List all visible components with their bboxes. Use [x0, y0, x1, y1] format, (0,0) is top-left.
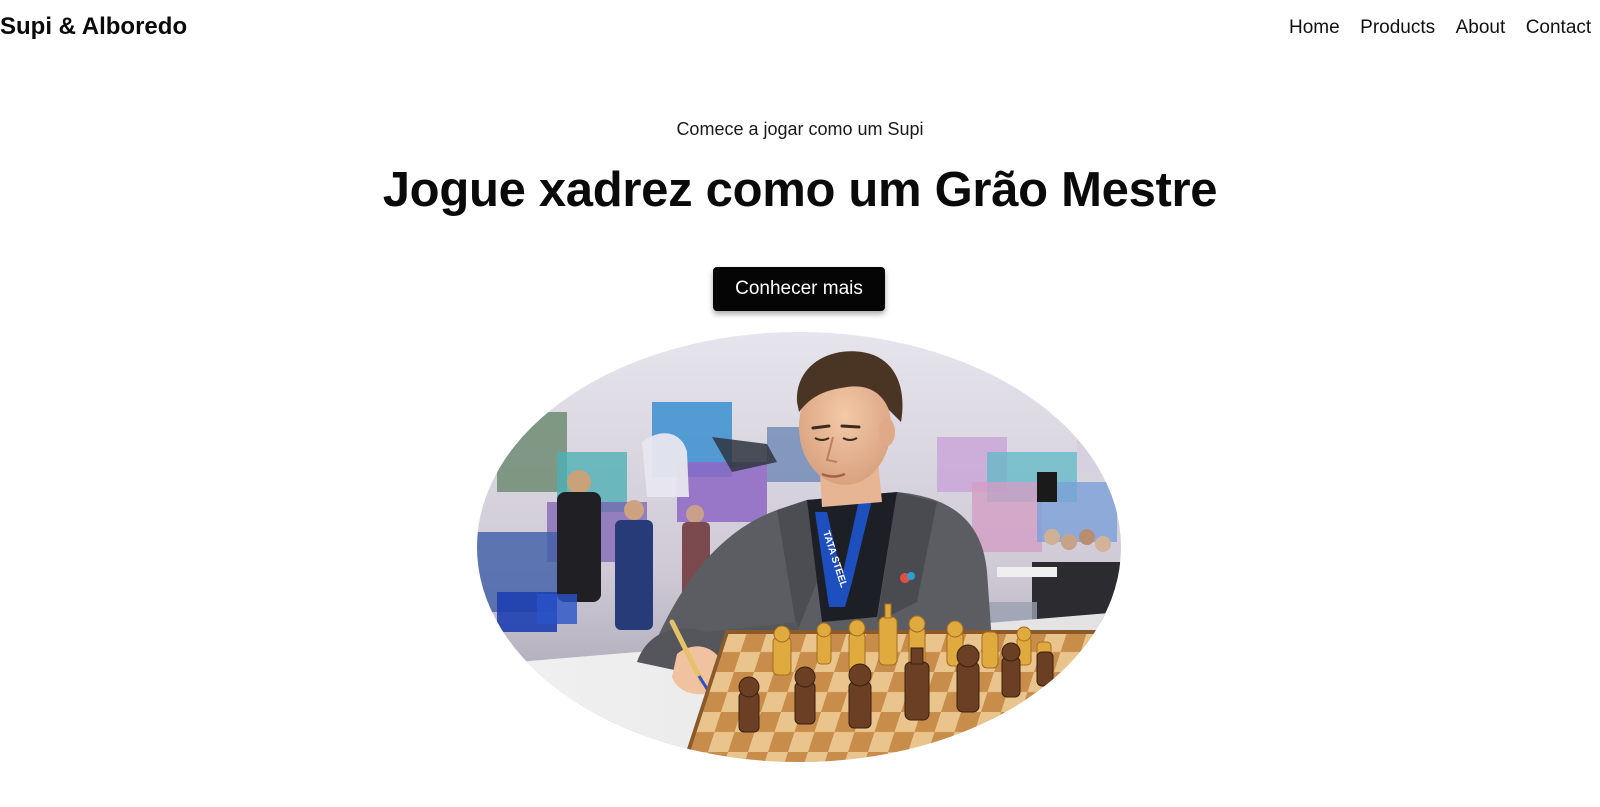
landing-page: Supi & Alboredo Home Products About Cont…	[0, 0, 1600, 807]
learn-more-button[interactable]: Conhecer mais	[713, 267, 885, 311]
hero-title: Jogue xadrez como um Grão Mestre	[382, 163, 1218, 217]
hero-photo: TATA STEEL	[477, 332, 1121, 762]
main-nav: Home Products About Contact	[1289, 17, 1591, 39]
brand-logo[interactable]: Supi & Alboredo	[0, 13, 187, 41]
nav-link-contact[interactable]: Contact	[1526, 17, 1591, 39]
nav-link-products[interactable]: Products	[1360, 17, 1435, 39]
nav-link-home[interactable]: Home	[1289, 17, 1340, 39]
nav-link-about[interactable]: About	[1456, 17, 1506, 39]
hero-kicker: Comece a jogar como um Supi	[676, 119, 924, 139]
